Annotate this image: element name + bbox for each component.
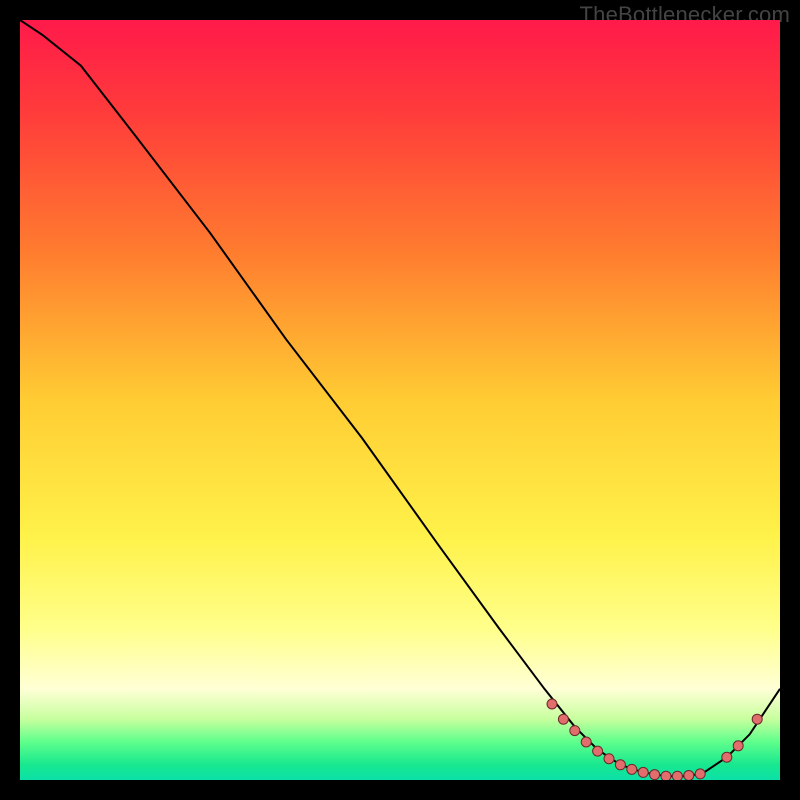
data-point [684,770,694,780]
data-point [733,741,743,751]
data-point [558,714,568,724]
data-point [638,767,648,777]
data-point [695,769,705,779]
data-point [615,760,625,770]
data-point [752,714,762,724]
data-point [581,737,591,747]
data-point [570,726,580,736]
data-point [604,754,614,764]
data-point [672,771,682,780]
bottleneck-plot [20,20,780,780]
data-point [547,699,557,709]
data-point [593,746,603,756]
data-point [722,752,732,762]
chart-stage: TheBottlenecker.com [0,0,800,800]
data-point [661,771,671,780]
data-point [650,770,660,780]
data-point [627,764,637,774]
